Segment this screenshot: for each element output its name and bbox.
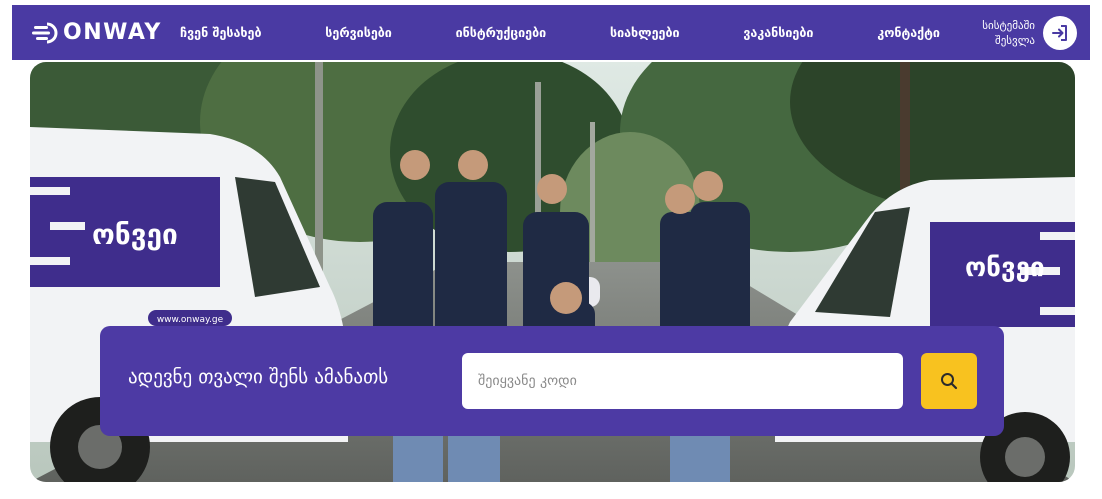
login-link[interactable]: სისტემაში შესვლა <box>963 5 1077 60</box>
tracking-search-button[interactable] <box>921 353 977 409</box>
nav-item-vacancies[interactable]: ვაკანსიები <box>743 25 813 40</box>
sign-in-icon <box>1052 24 1067 41</box>
login-label: სისტემაში შესვლა <box>963 18 1035 48</box>
search-icon <box>941 373 958 390</box>
van-left-website: www.onway.ge <box>157 315 224 325</box>
nav-item-services[interactable]: სერვისები <box>325 25 392 40</box>
nav-item-news[interactable]: სიახლეები <box>610 25 680 40</box>
main-nav: ჩვენ შესახებ სერვისები ინსტრუქციები სიახ… <box>180 5 940 60</box>
login-label-line1: სისტემაში <box>982 18 1035 32</box>
nav-item-contact[interactable]: კონტაქტი <box>877 25 940 40</box>
hero-banner: ონვეი www.onway.ge ონვეი ადევნე თვალი შე… <box>30 62 1075 482</box>
logo-text: ONWAY <box>63 20 162 45</box>
van-left-brand: ონვეი <box>92 218 178 251</box>
tracking-code-input[interactable] <box>462 353 903 409</box>
login-label-line2: შესვლა <box>995 33 1035 47</box>
tracking-title: ადევნე თვალი შენს ამანათს <box>128 366 389 388</box>
login-button[interactable] <box>1043 15 1077 50</box>
parcel-tracking-panel: ადევნე თვალი შენს ამანათს <box>100 326 1004 436</box>
speed-lines-icon <box>32 22 58 43</box>
onway-logo[interactable]: ONWAY <box>32 5 162 60</box>
nav-item-instructions[interactable]: ინსტრუქციები <box>456 25 547 40</box>
nav-item-about[interactable]: ჩვენ შესახებ <box>180 25 262 40</box>
top-navbar: ONWAY ჩვენ შესახებ სერვისები ინსტრუქციებ… <box>12 5 1090 60</box>
van-right-brand: ონვეი <box>965 253 1045 283</box>
